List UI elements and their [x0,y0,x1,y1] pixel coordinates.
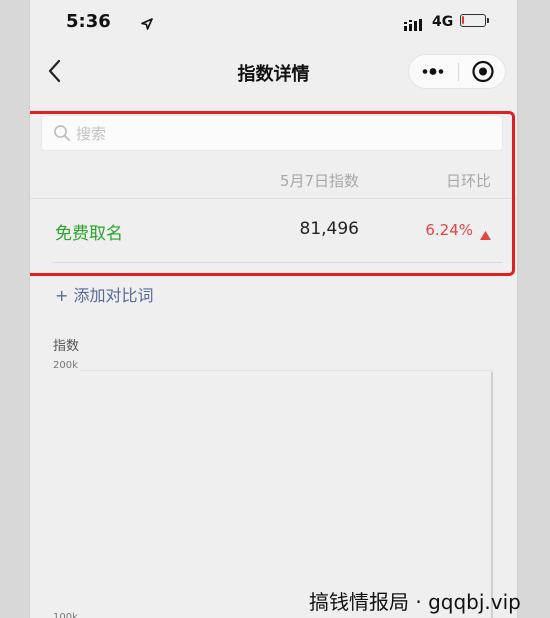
status-time: 5:36 [66,11,111,32]
more-button[interactable] [409,55,457,88]
y-axis-top-label: 200k [53,360,78,371]
add-compare-word-button[interactable]: + 添加对比词 [55,282,154,306]
battery-tip [487,18,489,23]
chart-title: 指数 [53,339,80,354]
nav-bar: 指数详情 [30,46,517,98]
battery-level-fill [462,16,464,24]
capsule-divider [458,63,459,81]
signal-icon [404,16,426,35]
watermark-text: 搞钱情报局 · gqqbj.vip [309,590,521,614]
status-bar: 5:36 4G [30,0,517,46]
location-arrow-icon [141,15,153,34]
chart-vertical-line [491,372,493,618]
target-icon [472,60,494,83]
network-label: 4G [432,14,454,30]
chart-gridline [80,370,494,371]
more-dots-icon [422,68,444,75]
close-button[interactable] [460,55,506,88]
mini-program-capsule [408,54,506,89]
annotation-highlight-box [30,111,515,276]
phone-screen: 5:36 4G 指数详情 搜索 5月7日指数 日环比 免费取名 81,496 6… [29,0,518,618]
y-axis-bottom-label: 100k [53,612,78,618]
battery-icon [460,14,486,27]
